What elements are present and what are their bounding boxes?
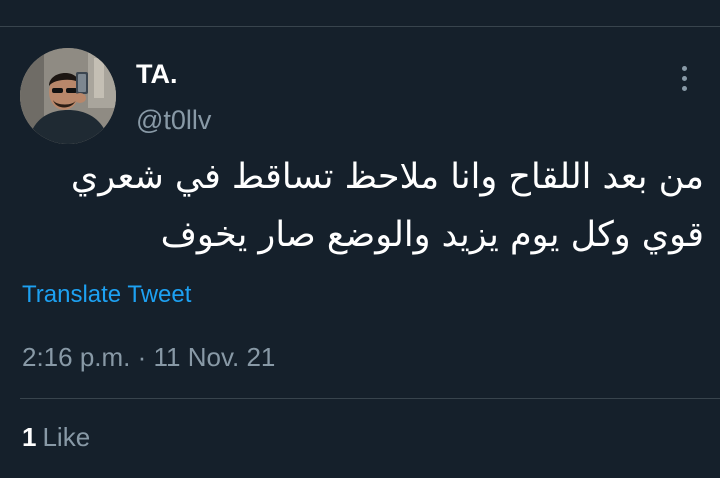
author-handle[interactable]: @t0llv: [136, 104, 211, 136]
author-display-name[interactable]: TA.: [136, 58, 178, 90]
more-options-button[interactable]: [666, 58, 702, 98]
more-vertical-icon: [681, 65, 687, 91]
avatar[interactable]: [20, 48, 116, 144]
tweet-text-line: من بعد اللقاح وانا ملاحظ تساقط في شعري: [70, 157, 704, 197]
translate-tweet-link[interactable]: Translate Tweet: [22, 280, 191, 310]
likes-count-link[interactable]: 1 Like: [22, 420, 90, 454]
top-divider: [0, 26, 720, 27]
likes-label: Like: [42, 422, 91, 452]
tweet-text: من بعد اللقاح وانا ملاحظ تساقط في شعري ق…: [24, 148, 704, 264]
tweet-text-line: قوي وكل يوم يزيد والوضع صار يخوف: [160, 215, 704, 255]
likes-count: 1: [22, 422, 37, 452]
tweet-timestamp[interactable]: 2:16 p.m. · 11 Nov. 21: [22, 340, 275, 374]
avatar-photo: [20, 48, 116, 144]
divider: [20, 398, 720, 399]
